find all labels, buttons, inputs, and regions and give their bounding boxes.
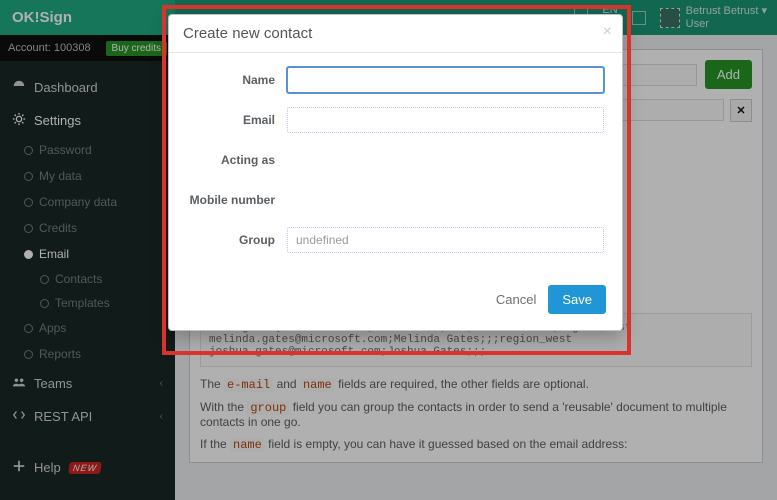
acting-as-field[interactable] [287, 147, 604, 173]
email-field[interactable] [287, 107, 604, 133]
label-acting-as: Acting as [187, 153, 287, 167]
modal-footer: Cancel Save [169, 273, 622, 330]
label-group: Group [187, 233, 287, 247]
modal-title: Create new contact [183, 25, 312, 42]
name-field[interactable] [287, 67, 604, 93]
close-icon[interactable]: × [603, 23, 612, 41]
modal-body: Name Email Acting as Mobile number Group [169, 53, 622, 273]
label-mobile: Mobile number [187, 193, 287, 207]
label-name: Name [187, 73, 287, 87]
create-contact-modal: Create new contact × Name Email Acting a… [168, 14, 623, 331]
save-button[interactable]: Save [548, 285, 606, 314]
group-field[interactable] [287, 227, 604, 253]
modal-header: Create new contact × [169, 15, 622, 53]
cancel-button[interactable]: Cancel [496, 292, 536, 307]
label-email: Email [187, 113, 287, 127]
mobile-field[interactable] [287, 187, 604, 213]
